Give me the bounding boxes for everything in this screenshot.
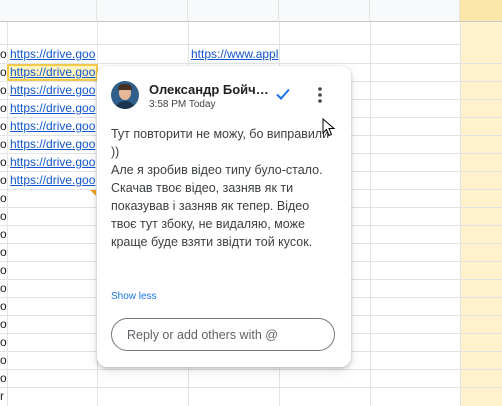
comment-indicator-icon[interactable] (90, 190, 96, 196)
blank-row (0, 22, 502, 45)
cell-link[interactable]: https://drive.goo (10, 81, 98, 99)
avatar[interactable] (111, 81, 139, 109)
cell-text: o (0, 353, 7, 367)
column-header-highlighted[interactable] (460, 0, 502, 22)
highlighted-column (460, 22, 502, 406)
cell-text: r (0, 389, 4, 403)
cell-text: o (0, 245, 7, 259)
mouse-pointer-icon (322, 118, 336, 137)
comment-body: Тут повторити не можу, бо виправили )) А… (111, 127, 330, 249)
cell-text: o (0, 137, 7, 151)
cell-link[interactable]: https://drive.goo (10, 153, 98, 171)
comment-card: Олександр Бойчук 3:58 PM Today Тут повто… (97, 66, 351, 367)
cell-text: o (0, 263, 7, 277)
column-header[interactable] (97, 0, 188, 22)
cell-text: o (0, 101, 7, 115)
cell-text: o (0, 227, 7, 241)
cell-text: o (0, 317, 7, 331)
cell-link[interactable]: https://drive.goo (10, 135, 98, 153)
check-icon[interactable] (275, 86, 291, 102)
cell-text: o (0, 119, 7, 133)
cell-link[interactable]: https://drive.goo (10, 171, 98, 189)
cell-link[interactable]: https://www.appl (191, 45, 279, 63)
column-header[interactable] (279, 0, 370, 22)
cell-text: o (0, 155, 7, 169)
comment-timestamp: 3:58 PM Today (149, 99, 216, 110)
cell-text: o (0, 83, 7, 97)
cell-link[interactable]: https://drive.goo (10, 99, 98, 117)
cell-text: o (0, 47, 7, 61)
cell-link[interactable]: https://drive.goo (10, 45, 98, 63)
column-header[interactable] (188, 0, 279, 22)
cell-text: o (0, 281, 7, 295)
cell-link[interactable]: https://drive.goo (10, 63, 98, 81)
more-vert-icon[interactable] (314, 86, 326, 104)
cell-text: o (0, 191, 7, 205)
show-less-link[interactable]: Show less (111, 291, 157, 302)
cell-text: o (0, 371, 7, 385)
column-header[interactable] (370, 0, 460, 22)
cell-link[interactable]: https://drive.goo (10, 117, 98, 135)
column-header[interactable] (0, 0, 97, 22)
cell-text: o (0, 173, 7, 187)
cell-text: o (0, 299, 7, 313)
cell-text: o (0, 209, 7, 223)
cell-text: o (0, 335, 7, 349)
reply-input[interactable] (111, 318, 335, 351)
comment-author: Олександр Бойчук (149, 82, 269, 97)
